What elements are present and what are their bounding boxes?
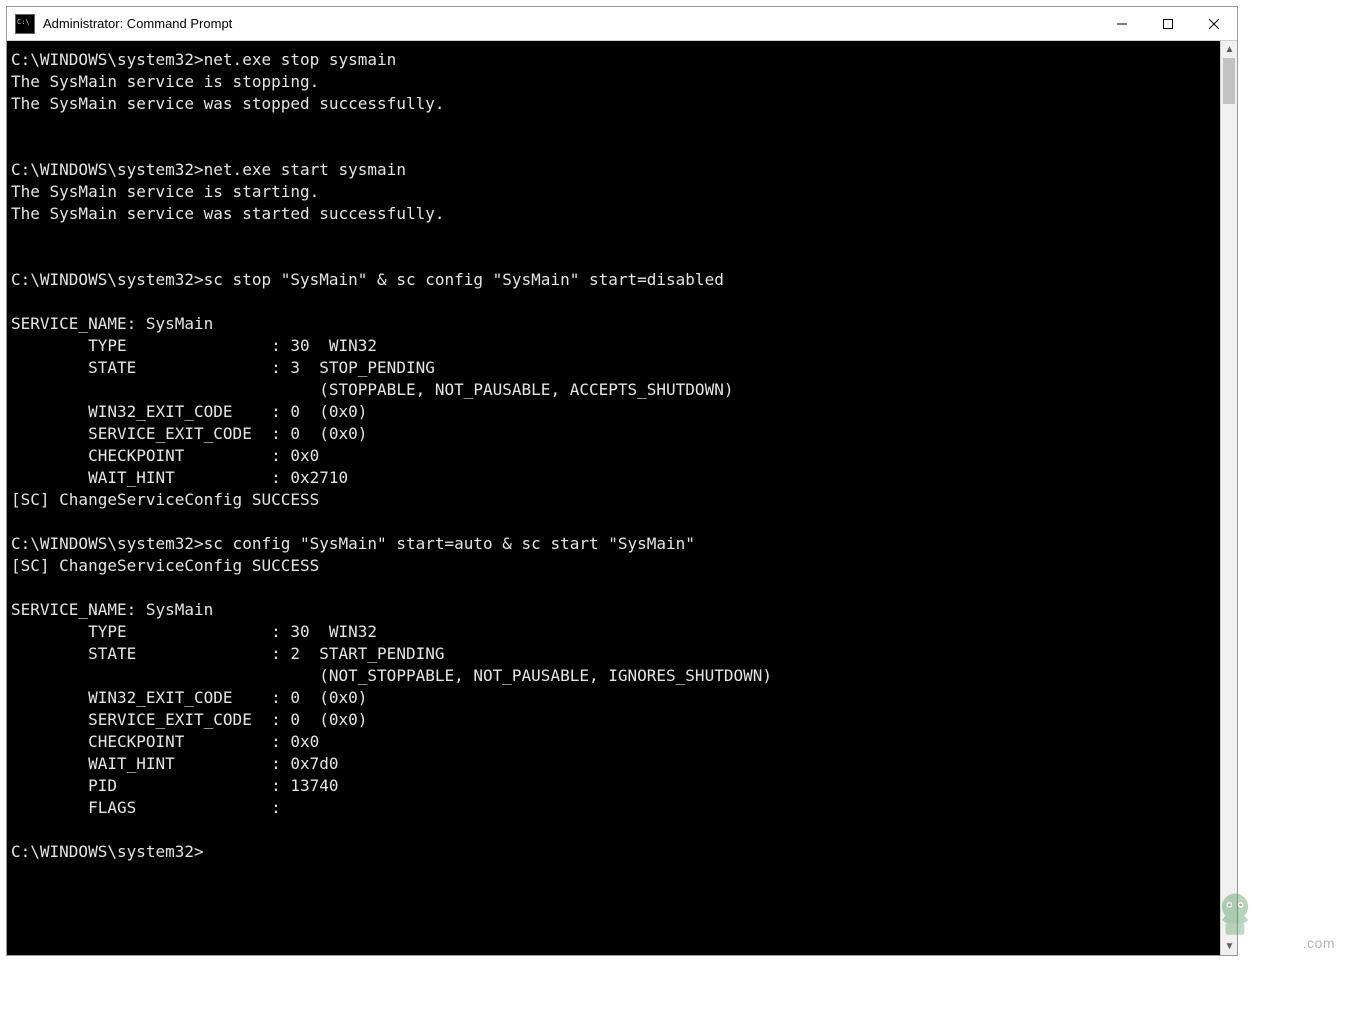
terminal-line: CHECKPOINT : 0x0 bbox=[11, 731, 1216, 753]
cmd-icon bbox=[15, 14, 35, 34]
terminal-line: C:\WINDOWS\system32>sc stop "SysMain" & … bbox=[11, 269, 1216, 291]
maximize-icon bbox=[1163, 19, 1173, 29]
terminal-line: C:\WINDOWS\system32>net.exe stop sysmain bbox=[11, 49, 1216, 71]
terminal-line: The SysMain service is starting. bbox=[11, 181, 1216, 203]
terminal-line: C:\WINDOWS\system32>sc config "SysMain" … bbox=[11, 533, 1216, 555]
watermark-suffix: .com bbox=[1303, 935, 1335, 951]
terminal-line: The SysMain service is stopping. bbox=[11, 71, 1216, 93]
vertical-scrollbar[interactable]: ▲ ▼ bbox=[1220, 41, 1237, 955]
terminal-line: (NOT_STOPPABLE, NOT_PAUSABLE, IGNORES_SH… bbox=[11, 665, 1216, 687]
terminal-line bbox=[11, 225, 1216, 247]
terminal-line: TYPE : 30 WIN32 bbox=[11, 621, 1216, 643]
terminal-line bbox=[11, 577, 1216, 599]
client-area: C:\WINDOWS\system32>net.exe stop sysmain… bbox=[7, 41, 1237, 955]
terminal-line: WIN32_EXIT_CODE : 0 (0x0) bbox=[11, 687, 1216, 709]
terminal-line bbox=[11, 247, 1216, 269]
maximize-button[interactable] bbox=[1145, 7, 1191, 41]
terminal-line bbox=[11, 511, 1216, 533]
terminal-line bbox=[11, 115, 1216, 137]
terminal-line: SERVICE_NAME: SysMain bbox=[11, 599, 1216, 621]
terminal-line: STATE : 3 STOP_PENDING bbox=[11, 357, 1216, 379]
terminal-line: SERVICE_EXIT_CODE : 0 (0x0) bbox=[11, 423, 1216, 445]
terminal-line: WAIT_HINT : 0x7d0 bbox=[11, 753, 1216, 775]
terminal-line: WIN32_EXIT_CODE : 0 (0x0) bbox=[11, 401, 1216, 423]
terminal-line: TYPE : 30 WIN32 bbox=[11, 335, 1216, 357]
terminal-line: WAIT_HINT : 0x2710 bbox=[11, 467, 1216, 489]
terminal-line bbox=[11, 291, 1216, 313]
terminal-line: (STOPPABLE, NOT_PAUSABLE, ACCEPTS_SHUTDO… bbox=[11, 379, 1216, 401]
terminal-line: C:\WINDOWS\system32>net.exe start sysmai… bbox=[11, 159, 1216, 181]
terminal-line: C:\WINDOWS\system32> bbox=[11, 841, 1216, 863]
terminal-line: PID : 13740 bbox=[11, 775, 1216, 797]
terminal-line: The SysMain service was started successf… bbox=[11, 203, 1216, 225]
terminal-line: [SC] ChangeServiceConfig SUCCESS bbox=[11, 489, 1216, 511]
scroll-up-arrow-icon[interactable]: ▲ bbox=[1221, 41, 1238, 58]
terminal-line bbox=[11, 137, 1216, 159]
terminal-output[interactable]: C:\WINDOWS\system32>net.exe stop sysmain… bbox=[7, 41, 1220, 955]
terminal-line bbox=[11, 819, 1216, 841]
terminal-line: SERVICE_NAME: SysMain bbox=[11, 313, 1216, 335]
minimize-button[interactable] bbox=[1099, 7, 1145, 41]
window-title: Administrator: Command Prompt bbox=[43, 16, 232, 31]
watermark-logo-icon bbox=[1205, 886, 1265, 946]
minimize-icon bbox=[1117, 19, 1127, 29]
close-button[interactable] bbox=[1191, 7, 1237, 41]
terminal-line: STATE : 2 START_PENDING bbox=[11, 643, 1216, 665]
terminal-line: FLAGS : bbox=[11, 797, 1216, 819]
window-frame: Administrator: Command Prompt C:\WINDOWS… bbox=[6, 6, 1238, 956]
titlebar[interactable]: Administrator: Command Prompt bbox=[7, 7, 1237, 41]
terminal-line: SERVICE_EXIT_CODE : 0 (0x0) bbox=[11, 709, 1216, 731]
terminal-line: [SC] ChangeServiceConfig SUCCESS bbox=[11, 555, 1216, 577]
terminal-line: The SysMain service was stopped successf… bbox=[11, 93, 1216, 115]
terminal-line: CHECKPOINT : 0x0 bbox=[11, 445, 1216, 467]
close-icon bbox=[1209, 19, 1219, 29]
scroll-thumb[interactable] bbox=[1223, 58, 1235, 104]
